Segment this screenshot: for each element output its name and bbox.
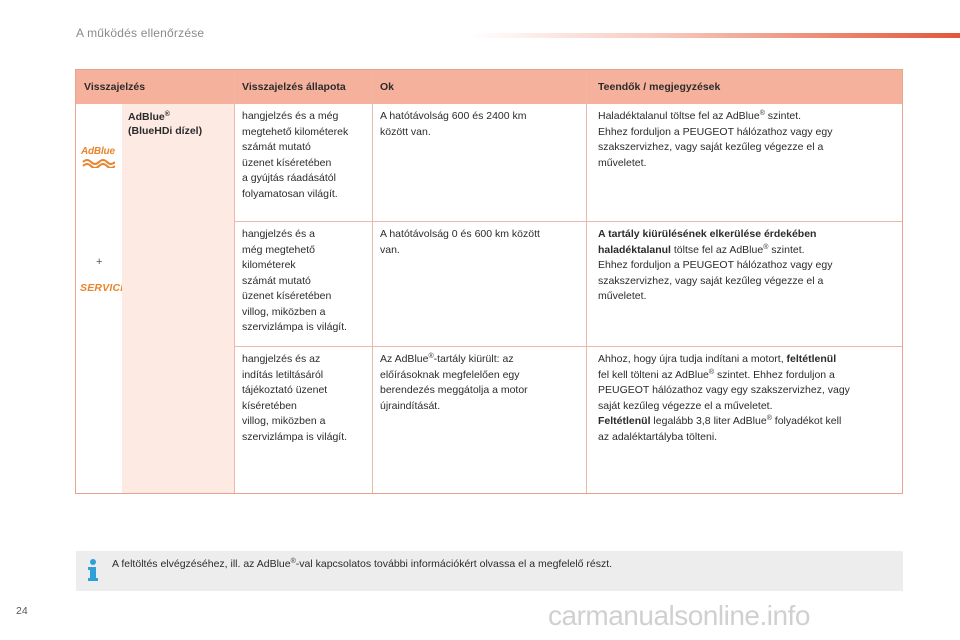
cause-cell: A hatótávolság 0 és 600 km között van. [380,228,540,256]
indicator-label-column [122,104,234,493]
state-cell: hangjelzés és a még megtehető kilométere… [242,228,348,333]
header-action: Teendők / megjegyzések [598,81,721,93]
action-cell: Ahhoz, hogy újra tudja indítani a motort… [598,353,850,443]
header-cause: Ok [380,81,395,93]
action-cell: A tartály kiürülésének elkerülése érdeké… [598,228,833,302]
state-cell: hangjelzés és az indítás letiltásáról tá… [242,353,348,443]
adblue-wave-icon [82,159,115,168]
cause-cell: A hatótávolság 600 és 2400 km között van… [380,110,527,138]
state-cell: hangjelzés és a még megtehető kilométere… [242,110,349,200]
page-header-title: A működés ellenőrzése [76,26,205,40]
info-note: A feltöltés elvégzéséhez, ill. az AdBlue… [76,551,903,591]
plus-sign: + [96,256,103,268]
header-state: Visszajelzés állapota [242,81,346,93]
cause-cell: Az AdBlue®-tartály kiürült: az előírások… [380,353,528,412]
action-cell: Haladéktalanul töltse fel az AdBlue® szi… [598,110,833,169]
table-header-row: Visszajelzés Visszajelzés állapota Ok Te… [76,70,902,104]
indicator-label: AdBlue® (BlueHDi dízel) [128,111,203,137]
page-number: 24 [16,605,28,617]
header-indicator: Visszajelzés [84,81,146,93]
info-icon [88,559,98,581]
warning-light-table: Visszajelzés Visszajelzés állapota Ok Te… [75,69,903,494]
adblue-warning-icon: AdBlue [81,146,119,168]
watermark: carmanualsonline.info [548,600,810,631]
icon-column: AdBlue + SERVICE [76,104,127,493]
note-text: A feltöltés elvégzéséhez, ill. az AdBlue… [112,558,613,570]
table-row: hangjelzés és az indítás letiltásáról tá… [234,346,902,493]
header-accent-bar [470,33,960,38]
table-row: hangjelzés és a még megtehető kilométere… [234,221,902,346]
service-warning-icon: SERVICE [80,282,128,294]
table-row: hangjelzés és a még megtehető kilométere… [234,104,902,221]
